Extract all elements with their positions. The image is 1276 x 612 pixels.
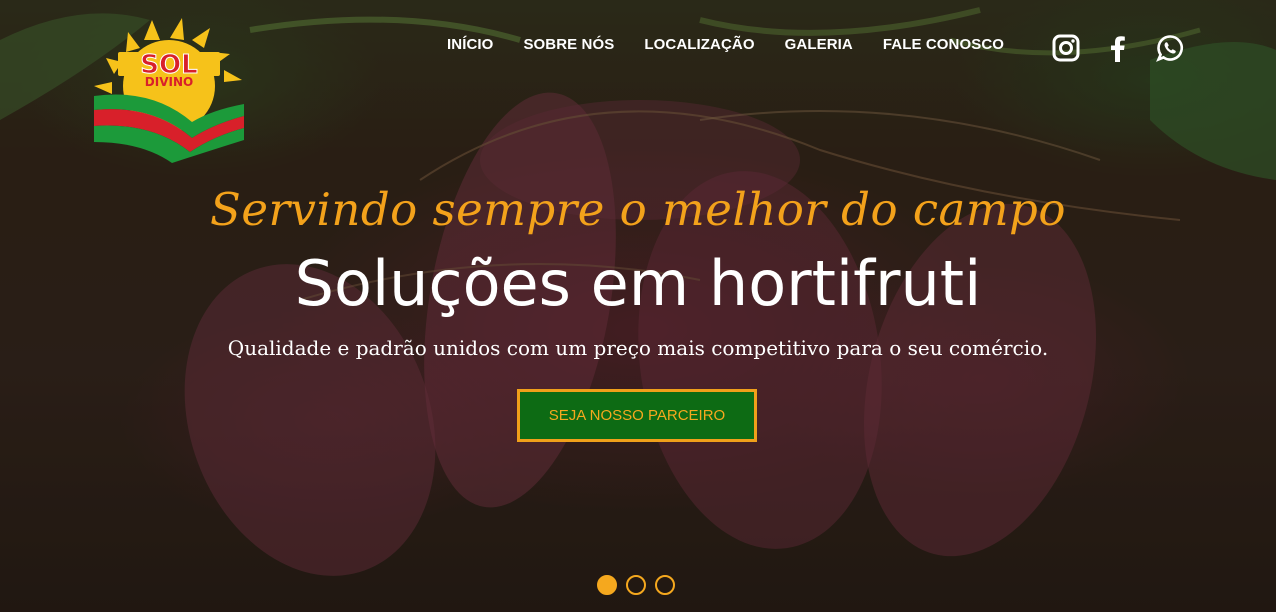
- whatsapp-icon[interactable]: [1156, 34, 1184, 62]
- nav-item-galeria[interactable]: GALERIA: [770, 36, 868, 54]
- nav-item-localizacao[interactable]: LOCALIZAÇÃO: [629, 36, 769, 54]
- hero-headline: Soluções em hortifruti: [294, 247, 982, 320]
- nav-item-sobre-nos[interactable]: SOBRE NÓS: [508, 36, 629, 54]
- nav-item-fale-conosco[interactable]: FALE CONOSCO: [868, 36, 1019, 54]
- carousel-dot-2[interactable]: [626, 575, 646, 595]
- become-partner-button[interactable]: SEJA NOSSO PARCEIRO: [517, 389, 757, 442]
- main-navigation: INÍCIO SOBRE NÓS LOCALIZAÇÃO GALERIA FAL…: [432, 36, 1019, 54]
- instagram-icon[interactable]: [1052, 34, 1080, 62]
- hero-subline: Qualidade e padrão unidos com um preço m…: [227, 336, 1049, 360]
- brand-logo[interactable]: SOL DIVINO: [92, 18, 247, 163]
- social-links: [1052, 34, 1184, 62]
- nav-item-inicio[interactable]: INÍCIO: [432, 36, 508, 54]
- facebook-icon[interactable]: [1104, 34, 1132, 62]
- carousel-indicators: [597, 575, 675, 595]
- hero-tagline: Servindo sempre o melhor do campo: [210, 183, 1066, 236]
- carousel-dot-1[interactable]: [597, 575, 617, 595]
- logo-text-divino: DIVINO: [145, 75, 193, 89]
- carousel-dot-3[interactable]: [655, 575, 675, 595]
